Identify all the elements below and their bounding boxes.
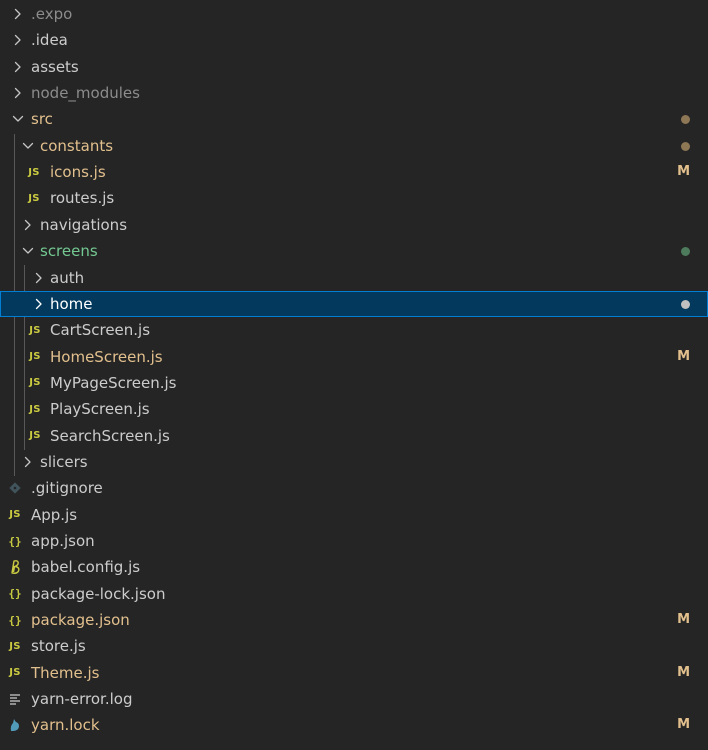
tree-item-label: yarn-error.log <box>31 690 133 709</box>
js-file-icon: JS <box>29 351 41 363</box>
js-file-icon: JS <box>9 509 21 521</box>
file-icons-js[interactable]: JS icons.js M <box>0 159 708 185</box>
file-theme-js[interactable]: JS Theme.js M <box>0 660 708 686</box>
tree-item-label: PlayScreen.js <box>50 400 150 419</box>
file-routes-js[interactable]: JS routes.js <box>0 185 708 211</box>
json-braces-icon: {} <box>8 613 22 627</box>
folder-home[interactable]: home <box>0 290 708 317</box>
file-store-js[interactable]: JS store.js <box>0 633 708 659</box>
tree-item-label: app.json <box>31 532 95 550</box>
tree-item-label: icons.js <box>50 163 106 182</box>
file-playscreen-js[interactable]: JS PlayScreen.js <box>0 396 708 422</box>
folder-navigations[interactable]: navigations <box>0 212 708 238</box>
tree-item-label: constants <box>40 136 114 155</box>
tree-item-label: Theme.js <box>31 663 100 682</box>
tree-item-label: node_modules <box>31 84 140 103</box>
log-lines-icon <box>5 686 25 712</box>
file-babel-config-js[interactable]: babel.config.js <box>0 554 708 580</box>
file-package-lock-json[interactable]: {} package-lock.json <box>0 581 708 607</box>
chevron-right-icon[interactable] <box>33 298 45 310</box>
js-file-icon: JS <box>9 640 21 652</box>
js-file-icon: JS <box>29 430 41 442</box>
chevron-right-icon[interactable] <box>12 61 24 73</box>
folder-src[interactable]: src <box>0 106 708 132</box>
git-status-badge: M <box>677 348 690 364</box>
file-searchscreen-js[interactable]: JS SearchScreen.js <box>0 423 708 449</box>
js-file-icon: JS <box>28 192 40 204</box>
file-cartscreen-js[interactable]: JS CartScreen.js <box>0 317 708 343</box>
git-status-dot <box>681 299 690 309</box>
chevron-right-icon[interactable] <box>22 456 34 468</box>
tree-item-label: src <box>31 110 53 129</box>
js-file-icon: JS <box>29 403 41 415</box>
tree-item-label: .gitignore <box>31 479 103 498</box>
folder-idea[interactable]: .idea <box>0 27 708 53</box>
folder-screens[interactable]: screens <box>0 238 708 264</box>
git-icon <box>5 475 25 501</box>
file-mypagescreen-js[interactable]: JS MyPageScreen.js <box>0 370 708 396</box>
tree-item-label: App.js <box>31 505 78 524</box>
chevron-right-icon[interactable] <box>12 87 24 99</box>
chevron-right-icon[interactable] <box>22 219 34 231</box>
file-yarn-error-log[interactable]: yarn-error.log <box>0 686 708 712</box>
tree-item-label: auth <box>50 268 85 287</box>
tree-item-label: home <box>50 294 93 313</box>
tree-item-label: yarn.lock <box>31 716 100 735</box>
js-file-icon: JS <box>9 667 21 679</box>
tree-item-label: screens <box>40 242 98 261</box>
tree-item-label: MyPageScreen.js <box>50 373 177 392</box>
git-status-dot <box>681 247 690 257</box>
yarn-icon <box>5 712 25 738</box>
folder-slicers[interactable]: slicers <box>0 449 708 475</box>
folder-node-modules[interactable]: node_modules <box>0 80 708 106</box>
file-homescreen-js[interactable]: JS HomeScreen.js M <box>0 344 708 370</box>
folder-assets[interactable]: assets <box>0 54 708 80</box>
folder-constants[interactable]: constants <box>0 133 708 159</box>
js-file-icon: JS <box>28 166 40 178</box>
json-braces-icon: {} <box>8 534 22 548</box>
file-gitignore[interactable]: .gitignore <box>0 475 708 501</box>
git-status-dot <box>681 141 690 151</box>
file-app-json[interactable]: {} app.json <box>0 528 708 554</box>
tree-item-label: routes.js <box>50 189 115 208</box>
git-status-badge: M <box>677 612 690 628</box>
tree-item-label: .idea <box>31 31 68 50</box>
file-package-json[interactable]: {} package.json M <box>0 607 708 633</box>
folder-auth[interactable]: auth <box>0 265 708 291</box>
chevron-down-icon[interactable] <box>22 140 34 152</box>
js-file-icon: JS <box>29 377 41 389</box>
tree-item-label: HomeScreen.js <box>50 347 163 366</box>
tree-item-label: slicers <box>40 452 88 471</box>
file-app-js[interactable]: JS App.js <box>0 502 708 528</box>
tree-item-label: assets <box>31 57 79 76</box>
tree-item-label: babel.config.js <box>31 558 141 577</box>
json-braces-icon: {} <box>8 587 22 601</box>
git-status-badge: M <box>677 164 690 180</box>
tree-item-label: CartScreen.js <box>50 321 151 340</box>
tree-item-label: SearchScreen.js <box>50 426 170 445</box>
chevron-right-icon[interactable] <box>12 34 24 46</box>
file-explorer: .expo .idea assets node_modulessrc constants… <box>0 0 708 750</box>
chevron-right-icon[interactable] <box>33 272 45 284</box>
chevron-down-icon[interactable] <box>12 113 24 125</box>
babel-icon <box>5 554 25 580</box>
git-status-badge: M <box>677 717 690 733</box>
chevron-right-icon[interactable] <box>12 8 24 20</box>
file-yarn-lock[interactable]: yarn.lock M <box>0 712 708 738</box>
tree-item-label: store.js <box>31 637 86 656</box>
folder-expo[interactable]: .expo <box>0 1 708 27</box>
git-status-badge: M <box>677 664 690 680</box>
git-status-dot <box>681 115 690 125</box>
chevron-down-icon[interactable] <box>22 245 34 257</box>
tree-item-label: .expo <box>31 5 73 23</box>
tree-item-label: package.json <box>31 611 130 630</box>
js-file-icon: JS <box>29 324 41 336</box>
tree-item-label: navigations <box>40 215 128 234</box>
tree-item-label: package-lock.json <box>31 584 166 603</box>
